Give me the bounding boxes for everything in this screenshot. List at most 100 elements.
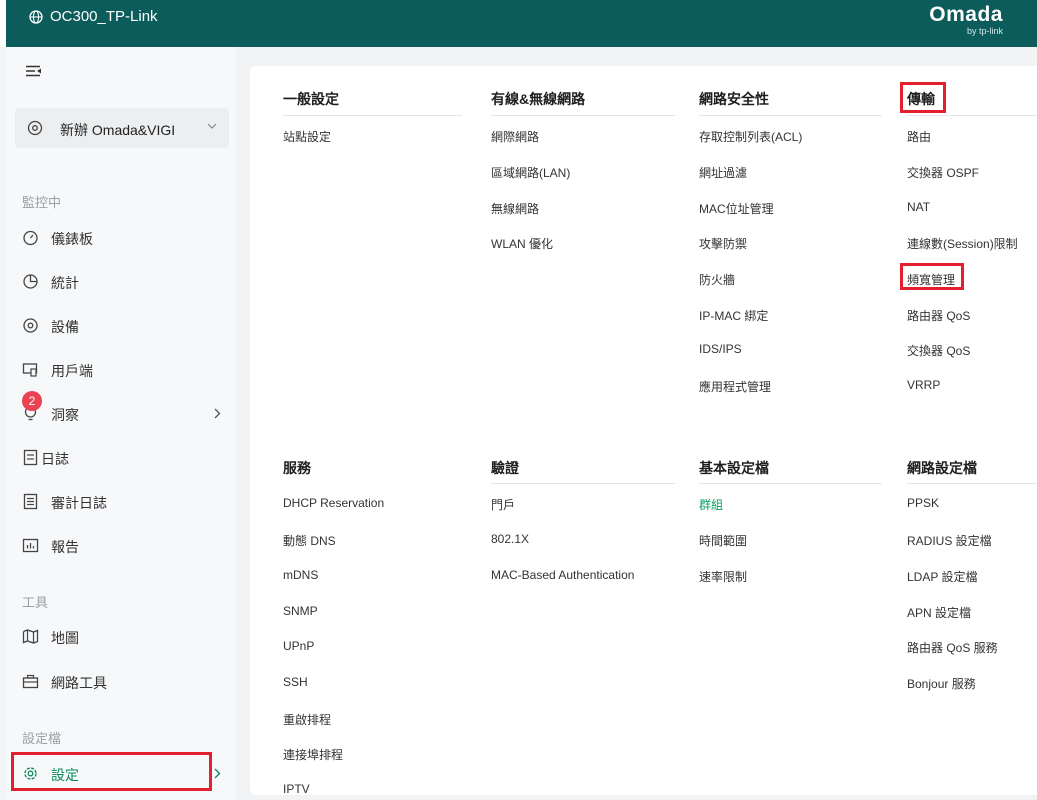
section-config: 設定檔 bbox=[22, 731, 62, 746]
sidebar-item-label: 日誌 bbox=[41, 451, 69, 467]
link-ldap-profile[interactable]: LDAP 設定檔 bbox=[907, 568, 977, 585]
sidebar-item-audit-logs[interactable]: 審計日誌 bbox=[22, 487, 227, 517]
sidebar-item-label: 網路工具 bbox=[51, 675, 107, 691]
link-ids-ips[interactable]: IDS/IPS bbox=[699, 342, 742, 356]
clients-icon bbox=[22, 363, 38, 377]
site-selector[interactable]: 新辦 Omada&VIGI bbox=[15, 108, 229, 148]
link-groups[interactable]: 群組 bbox=[699, 496, 723, 513]
divider bbox=[907, 483, 1037, 484]
col-title-authentication: 驗證 bbox=[491, 460, 519, 476]
link-ip-mac-binding[interactable]: IP-MAC 綁定 bbox=[699, 307, 768, 324]
link-mdns[interactable]: mDNS bbox=[283, 568, 318, 582]
divider bbox=[283, 115, 462, 116]
omada-logo: Omada by tp-link bbox=[929, 3, 1003, 37]
sidebar-item-label: 洞察 bbox=[51, 407, 79, 423]
link-url-filter[interactable]: 網址過濾 bbox=[699, 164, 747, 181]
sidebar-item-logs[interactable]: 日誌 bbox=[22, 443, 227, 473]
link-upnp[interactable]: UPnP bbox=[283, 639, 314, 653]
section-monitor: 監控中 bbox=[22, 195, 62, 210]
link-mac-management[interactable]: MAC位址管理 bbox=[699, 200, 774, 217]
link-internet[interactable]: 網際網路 bbox=[491, 128, 539, 145]
sidebar-item-label: 地圖 bbox=[51, 630, 79, 646]
logo-sub: by tp-link bbox=[966, 26, 1003, 36]
highlight-box-transmission bbox=[900, 82, 946, 113]
link-nat[interactable]: NAT bbox=[907, 200, 930, 214]
chevron-right-icon bbox=[214, 768, 221, 779]
location-pin-icon bbox=[27, 120, 43, 136]
link-switch-ospf[interactable]: 交換器 OSPF bbox=[907, 164, 979, 181]
sidebar-item-insights[interactable]: 洞察 bbox=[22, 399, 227, 429]
link-rate-limit[interactable]: 速率限制 bbox=[699, 568, 747, 585]
audit-log-icon bbox=[23, 493, 38, 510]
link-app-management[interactable]: 應用程式管理 bbox=[699, 378, 771, 395]
device-icon bbox=[23, 318, 38, 333]
link-site-settings[interactable]: 站點設定 bbox=[283, 128, 331, 145]
sidebar-item-clients[interactable]: 用戶端 bbox=[22, 355, 227, 385]
toolbox-icon bbox=[22, 674, 39, 689]
sidebar-item-map[interactable]: 地圖 bbox=[22, 622, 227, 652]
log-icon bbox=[23, 449, 38, 466]
col-title-services: 服務 bbox=[283, 460, 311, 476]
sidebar-item-label: 審計日誌 bbox=[51, 495, 107, 511]
link-acl[interactable]: 存取控制列表(ACL) bbox=[699, 128, 802, 145]
highlight-box-settings bbox=[11, 752, 212, 791]
sidebar-item-label: 設備 bbox=[51, 319, 79, 335]
divider bbox=[699, 115, 882, 116]
sidebar-item-dashboard[interactable]: 儀錶板 bbox=[22, 223, 227, 253]
link-session-limit[interactable]: 連線數(Session)限制 bbox=[907, 235, 1018, 252]
sidebar-item-label: 報告 bbox=[51, 539, 79, 555]
highlight-box-bandwidth bbox=[900, 263, 964, 290]
sidebar-item-reports[interactable]: 報告 bbox=[22, 531, 227, 561]
divider bbox=[699, 483, 882, 484]
logo-brand: Omada bbox=[929, 3, 1003, 26]
sidebar: 新辦 Omada&VIGI 監控中 儀錶板 統計 設備 用戶端 洞察 日誌 審計… bbox=[6, 47, 236, 800]
globe-icon[interactable] bbox=[29, 10, 43, 24]
logs-count-badge: 2 bbox=[22, 391, 42, 411]
link-mac-auth[interactable]: MAC-Based Authentication bbox=[491, 568, 634, 582]
link-lan[interactable]: 區域網路(LAN) bbox=[491, 164, 570, 181]
chevron-down-icon bbox=[207, 123, 217, 129]
link-portal[interactable]: 門戶 bbox=[491, 496, 515, 513]
divider bbox=[491, 483, 675, 484]
link-snmp[interactable]: SNMP bbox=[283, 604, 318, 618]
settings-panel: 一般設定 站點設定 有線&無線網路 網際網路 區域網路(LAN) 無線網路 WL… bbox=[250, 66, 1037, 796]
sidebar-item-statistics[interactable]: 統計 bbox=[22, 267, 227, 297]
top-bar-edge bbox=[0, 0, 6, 47]
col-title-general: 一般設定 bbox=[283, 91, 339, 107]
link-wlan-optimization[interactable]: WLAN 優化 bbox=[491, 235, 553, 252]
col-title-profiles: 基本設定檔 bbox=[699, 460, 769, 476]
controller-name[interactable]: OC300_TP-Link bbox=[50, 8, 158, 25]
link-vrrp[interactable]: VRRP bbox=[907, 378, 940, 392]
pie-chart-icon bbox=[23, 274, 38, 289]
link-attack-defense[interactable]: 攻擊防禦 bbox=[699, 235, 747, 252]
map-icon bbox=[22, 629, 39, 644]
sidebar-item-network-tools[interactable]: 網路工具 bbox=[22, 667, 227, 697]
link-radius-profile[interactable]: RADIUS 設定檔 bbox=[907, 532, 992, 549]
link-port-schedule[interactable]: 連接埠排程 bbox=[283, 746, 343, 763]
chevron-right-icon bbox=[214, 408, 221, 419]
link-time-range[interactable]: 時間範圍 bbox=[699, 532, 747, 549]
site-name: 新辦 Omada&VIGI bbox=[60, 122, 176, 138]
link-router-qos[interactable]: 路由器 QoS bbox=[907, 307, 970, 324]
link-routing[interactable]: 路由 bbox=[907, 128, 931, 145]
link-router-qos-service[interactable]: 路由器 QoS 服務 bbox=[907, 639, 998, 656]
menu-collapse-icon[interactable] bbox=[26, 65, 42, 79]
link-apn-profile[interactable]: APN 設定檔 bbox=[907, 604, 971, 621]
link-bonjour-service[interactable]: Bonjour 服務 bbox=[907, 675, 976, 692]
link-iptv[interactable]: IPTV bbox=[283, 782, 310, 796]
link-ssh[interactable]: SSH bbox=[283, 675, 308, 689]
link-dhcp-reservation[interactable]: DHCP Reservation bbox=[283, 496, 384, 510]
sidebar-item-devices[interactable]: 設備 bbox=[22, 311, 227, 341]
link-ppsk[interactable]: PPSK bbox=[907, 496, 939, 510]
link-8021x[interactable]: 802.1X bbox=[491, 532, 529, 546]
link-wireless[interactable]: 無線網路 bbox=[491, 200, 539, 217]
col-title-security: 網路安全性 bbox=[699, 91, 769, 107]
divider bbox=[491, 115, 675, 116]
link-ddns[interactable]: 動態 DNS bbox=[283, 532, 336, 549]
divider bbox=[907, 115, 1037, 116]
link-switch-qos[interactable]: 交換器 QoS bbox=[907, 342, 970, 359]
link-reboot-schedule[interactable]: 重啟排程 bbox=[283, 711, 331, 728]
col-title-network-profiles: 網路設定檔 bbox=[907, 460, 977, 476]
section-tools: 工具 bbox=[22, 595, 49, 610]
link-firewall[interactable]: 防火牆 bbox=[699, 271, 735, 288]
